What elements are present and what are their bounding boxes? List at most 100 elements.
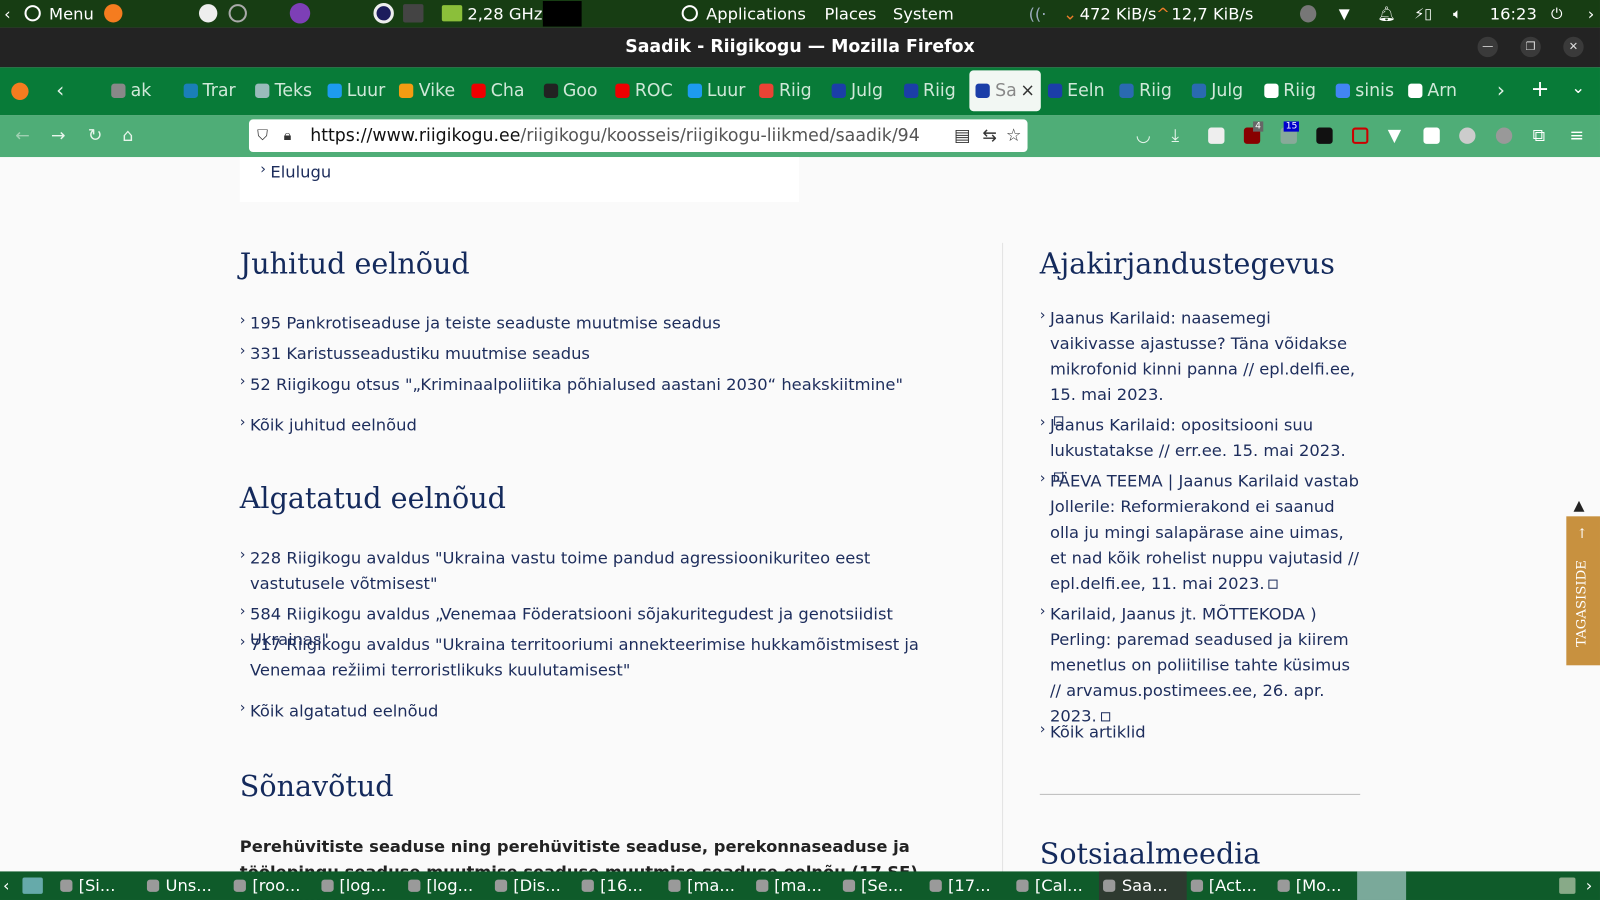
initiated-bill-link[interactable]: 717 Riigikogu avaldus "Ukraina territoor… [240,630,944,683]
wifi-icon[interactable]: ▼ [1339,6,1350,22]
browser-tab[interactable]: Riig [753,70,820,111]
taskbar-window-button[interactable]: [log... [404,871,492,900]
trash-icon[interactable] [1559,877,1576,894]
notification-bell-icon[interactable]: 🔔︎ [1378,6,1396,22]
firefox-launcher-icon[interactable] [104,4,123,23]
feedback-button[interactable]: ↑ TAGASISIDE [1566,516,1600,666]
browser-tab[interactable]: sinis [1330,70,1397,111]
home-button[interactable]: ⌂ [122,126,133,146]
biography-link[interactable]: Elulugu [260,157,331,185]
taskbar-window-button[interactable]: [roo... [230,871,318,900]
close-tab-icon[interactable]: × [1020,70,1035,111]
browser-tab[interactable]: Cha [465,70,532,111]
press-article-link[interactable]: PÄEVA TEEMA | Jaanus Karilaid vastab Jol… [1040,466,1364,596]
led-bill-link[interactable]: 331 Karistusseadustiku muutmise seadus [240,339,590,367]
notes-extension-icon[interactable] [1208,127,1225,144]
browser-tab[interactable]: Riig [1258,70,1325,111]
all-initiated-bills-link[interactable]: Kõik algatatud eelnõud [240,696,439,724]
app-menu-button[interactable]: ≡ [1569,126,1584,146]
led-bill-link[interactable]: 195 Pankrotiseaduse ja teiste seaduste m… [240,308,721,336]
taskbar-window-button[interactable]: [log... [317,871,405,900]
led-bill-link[interactable]: 52 Riigikogu otsus "„Kriminaalpoliitika … [240,369,903,397]
taskbar-window-button[interactable]: Saa... [1099,871,1188,900]
gear-extension-icon[interactable] [1495,127,1513,144]
all-articles-link[interactable]: Kõik artiklid [1040,717,1146,745]
indicator-icon[interactable] [1299,5,1317,23]
taskbar-window-button[interactable]: [16... [578,871,666,900]
settings-gears-icon[interactable] [228,4,247,23]
taskbar-window-button[interactable]: [Mo... [1273,871,1361,900]
minimize-button[interactable]: — [1477,36,1498,58]
press-article-link[interactable]: Karilaid, Jaanus jt. MÕTTEKODA ) Perling… [1040,599,1364,729]
browser-tab[interactable]: Arn [1402,70,1469,111]
maximize-button[interactable]: ❐ [1520,36,1541,58]
tabs-scroll-left[interactable]: ‹ [56,78,64,102]
firefox-view-icon[interactable] [11,82,29,100]
power-icon[interactable]: ⏻ [1551,6,1562,22]
browser-tab[interactable]: Teks [249,70,316,111]
browser-tab[interactable]: ak [105,70,172,111]
extensions-puzzle-icon[interactable]: ⧉ [1533,126,1545,146]
panel-scroll-right[interactable]: › [1588,4,1595,23]
downloads-icon[interactable]: ⤓ [1171,126,1179,146]
link-extension-icon[interactable] [1352,127,1369,144]
show-desktop-icon[interactable] [22,877,43,894]
taskbar-window-button[interactable]: [Dis... [491,871,579,900]
pocket-icon[interactable]: ◡ [1136,126,1151,146]
all-led-bills-link[interactable]: Kõik juhitud eelnõud [240,410,417,438]
battery-icon[interactable]: ⚡▯ [1414,6,1432,22]
taskbar-window-button[interactable]: [ma... [665,871,753,900]
browser-tab[interactable]: Julg [1186,70,1253,111]
search-app-icon[interactable] [198,4,218,23]
menu-button[interactable]: Menu [49,4,94,23]
url-bar[interactable]: ⛉ 🔒︎ https://www.riigikogu.ee/riigikogu/… [248,119,1028,153]
taskbar-window-button[interactable]: [ma... [752,871,840,900]
new-tab-button[interactable]: + [1531,77,1550,103]
initiated-bill-link[interactable]: 228 Riigikogu avaldus "Ukraina vastu toi… [240,543,934,596]
browser-tab[interactable]: Julg [826,70,893,111]
reader-view-icon[interactable]: ▤ [949,119,971,153]
back-button[interactable]: ← [15,126,30,146]
id-extension-icon[interactable] [1423,127,1440,144]
globe-extension-icon[interactable] [1459,127,1476,144]
shield-icon[interactable]: ⛉ [257,119,268,152]
tor-browser-icon[interactable] [289,3,311,24]
taskbar-scroll-left[interactable]: ‹ [3,876,10,895]
browser-tab[interactable]: Riig [898,70,965,111]
browser-tab[interactable]: Eeln [1042,70,1109,111]
taskbar-window-button[interactable]: Uns... [143,871,231,900]
forward-button[interactable]: → [51,126,66,146]
browser-tab[interactable]: Sa × [969,70,1041,112]
browser-tab[interactable]: Riig [1114,70,1181,111]
volume-icon[interactable]: 🔈︎ [1453,6,1462,22]
browser-tab[interactable]: ROC [609,70,676,111]
places-menu[interactable]: Places [824,4,876,23]
taskbar-window-button[interactable]: [Cal... [1012,871,1100,900]
firefox-launcher-button[interactable] [1357,871,1407,900]
panel-scroll-left[interactable]: ‹ [4,4,11,23]
taskbar-window-button[interactable]: [Se... [839,871,927,900]
browser-tab[interactable]: Vike [393,70,460,111]
close-window-button[interactable]: ✕ [1563,36,1584,58]
system-menu[interactable]: System [893,4,954,23]
taskbar-window-button[interactable]: [Act... [1186,871,1274,900]
taskbar-window-button[interactable]: [Si... [56,871,144,900]
browser-tab[interactable]: Luur [681,70,748,111]
browser-tab[interactable]: Trar [177,70,244,111]
browser-tab[interactable]: Luur [321,70,388,111]
lock-icon[interactable]: 🔒︎ [284,119,292,152]
vtr-extension-icon[interactable] [1316,127,1333,144]
clock[interactable]: 16:23 [1490,4,1537,23]
translate-icon[interactable]: ⇆ [982,119,997,153]
reload-button[interactable]: ↻ [88,126,103,146]
taskbar-window-button[interactable]: [17... [926,871,1014,900]
list-all-tabs-button[interactable]: ⌄ [1571,78,1585,97]
terminal-icon[interactable] [403,4,424,23]
dropdown-extension-icon[interactable]: ▼ [1388,126,1401,146]
applications-menu[interactable]: Applications [706,4,806,23]
browser-tab[interactable]: Goo [537,70,604,111]
tabs-scroll-right[interactable]: › [1497,78,1505,102]
taskbar-scroll-right[interactable]: › [1586,876,1593,895]
opera-icon[interactable] [373,3,394,24]
bookmark-star-icon[interactable]: ☆ [1005,119,1022,153]
